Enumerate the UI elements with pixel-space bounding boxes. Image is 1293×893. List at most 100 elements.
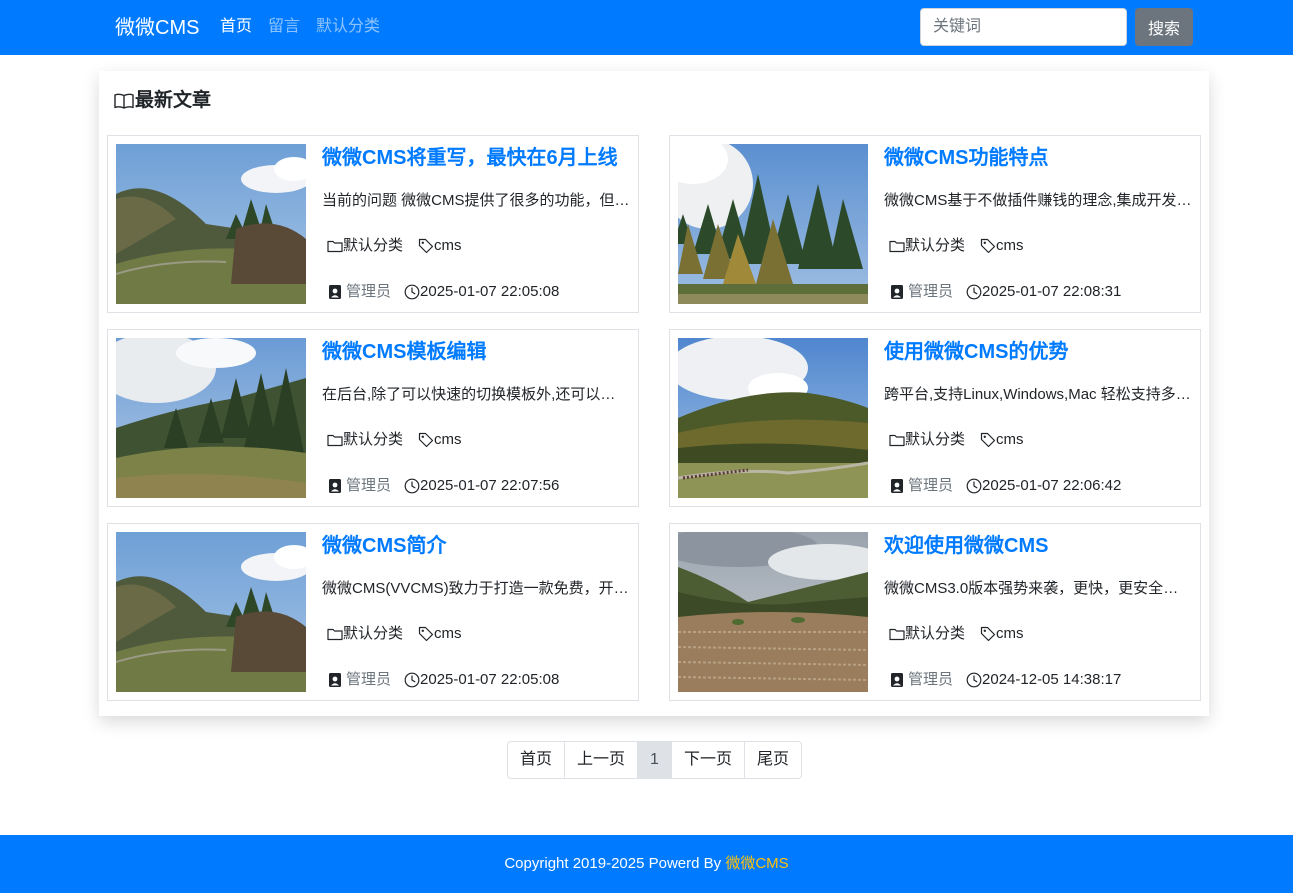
tag-icon <box>418 432 434 448</box>
nav-link-default-category[interactable]: 默认分类 <box>316 16 380 38</box>
site-footer: Copyright 2019-2025 Powerd By 微微CMS <box>0 835 1293 893</box>
author-badge-icon <box>891 479 903 493</box>
copyright-text: Copyright 2019-2025 Powerd By <box>504 855 726 872</box>
post-summary: 微微CMS基于不做插件赚钱的理念,集成开发了很多功能 <box>884 192 1192 209</box>
post-thumbnail[interactable] <box>678 532 868 692</box>
post-title-link[interactable]: 微微CMS功能特点 <box>884 145 1048 171</box>
search-button[interactable]: 搜索 <box>1135 8 1193 46</box>
post-author: 管理员 <box>346 283 392 300</box>
folder-icon <box>889 240 905 253</box>
search-input[interactable] <box>920 8 1127 46</box>
post-category-link[interactable]: 默认分类 <box>343 430 403 450</box>
author-badge-icon <box>329 285 341 299</box>
tag-icon <box>418 626 434 642</box>
folder-icon <box>327 628 343 641</box>
post-thumbnail[interactable] <box>116 532 306 692</box>
post-title-link[interactable]: 微微CMS简介 <box>322 533 446 559</box>
post-summary: 当前的问题 微微CMS提供了很多的功能，但是代码比较乱 <box>322 192 630 209</box>
author-badge-icon <box>329 673 341 687</box>
post-info: 管理员 2025-01-07 22:07:56 <box>328 476 559 496</box>
post-card: 使用微微CMS的优势 跨平台,支持Linux,Windows,Mac 轻松支持多… <box>669 329 1201 507</box>
footer-brand-link[interactable]: 微微CMS <box>725 855 788 872</box>
clock-icon <box>404 672 420 688</box>
post-author: 管理员 <box>346 671 392 688</box>
post-author: 管理员 <box>908 671 954 688</box>
section-title: 最新文章 <box>135 90 212 111</box>
post-taxonomy: 默认分类 cms <box>889 624 1024 644</box>
nav-link-home[interactable]: 首页 <box>220 16 252 38</box>
post-date: 2025-01-07 22:05:08 <box>420 283 560 300</box>
post-tag-link[interactable]: cms <box>996 430 1024 450</box>
post-author: 管理员 <box>346 477 392 494</box>
post-info: 管理员 2025-01-07 22:06:42 <box>890 476 1121 496</box>
post-summary: 微微CMS3.0版本强势来袭，更快，更安全，更强大 <box>884 580 1192 597</box>
post-card: 微微CMS功能特点 微微CMS基于不做插件赚钱的理念,集成开发了很多功能 默认分… <box>669 135 1201 313</box>
post-category-link[interactable]: 默认分类 <box>905 430 965 450</box>
clock-icon <box>966 672 982 688</box>
post-summary: 跨平台,支持Linux,Windows,Mac 轻松支持多种系统 <box>884 386 1192 403</box>
clock-icon <box>404 284 420 300</box>
post-category-link[interactable]: 默认分类 <box>905 236 965 256</box>
nav-link-guestbook[interactable]: 留言 <box>268 16 300 38</box>
post-date: 2024-12-05 14:38:17 <box>982 671 1122 688</box>
page-current[interactable]: 1 <box>637 742 671 778</box>
post-title-link[interactable]: 微微CMS模板编辑 <box>322 339 486 365</box>
author-badge-icon <box>891 285 903 299</box>
post-author: 管理员 <box>908 283 954 300</box>
latest-posts-card: 最新文章 微微CMS将重写，最快在6月上线 当前的问题 微微CMS提供了很多的功… <box>99 71 1209 716</box>
post-tag-link[interactable]: cms <box>434 624 462 644</box>
post-title-link[interactable]: 欢迎使用微微CMS <box>884 533 1048 559</box>
tag-icon <box>980 432 996 448</box>
folder-icon <box>327 240 343 253</box>
post-tag-link[interactable]: cms <box>434 430 462 450</box>
post-author: 管理员 <box>908 477 954 494</box>
post-category-link[interactable]: 默认分类 <box>905 624 965 644</box>
post-summary: 在后台,除了可以快速的切换模板外,还可以在线编辑模板 <box>322 386 630 403</box>
post-tag-link[interactable]: cms <box>996 236 1024 256</box>
post-info: 管理员 2025-01-07 22:05:08 <box>328 670 559 690</box>
post-category-link[interactable]: 默认分类 <box>343 624 403 644</box>
post-card: 微微CMS简介 微微CMS(VVCMS)致力于打造一款免费，开源的内容管理系统 … <box>107 523 639 701</box>
site-brand-link[interactable]: 微微CMS <box>115 14 199 42</box>
post-card: 微微CMS将重写，最快在6月上线 当前的问题 微微CMS提供了很多的功能，但是代… <box>107 135 639 313</box>
post-info: 管理员 2024-12-05 14:38:17 <box>890 670 1121 690</box>
section-header: 最新文章 <box>114 88 211 114</box>
post-date: 2025-01-07 22:06:42 <box>982 477 1122 494</box>
post-taxonomy: 默认分类 cms <box>327 430 462 450</box>
clock-icon <box>404 478 420 494</box>
post-tag-link[interactable]: cms <box>434 236 462 256</box>
post-category-link[interactable]: 默认分类 <box>343 236 403 256</box>
page-last-button[interactable]: 尾页 <box>743 742 801 778</box>
tag-icon <box>980 238 996 254</box>
folder-icon <box>889 628 905 641</box>
post-thumbnail[interactable] <box>116 338 306 498</box>
post-date: 2025-01-07 22:07:56 <box>420 477 560 494</box>
post-title-link[interactable]: 微微CMS将重写，最快在6月上线 <box>322 145 618 171</box>
book-icon <box>114 93 134 109</box>
pagination: 首页 上一页 1 下一页 尾页 <box>507 741 802 779</box>
post-tag-link[interactable]: cms <box>996 624 1024 644</box>
folder-icon <box>889 434 905 447</box>
post-info: 管理员 2025-01-07 22:08:31 <box>890 282 1121 302</box>
post-date: 2025-01-07 22:05:08 <box>420 671 560 688</box>
top-navbar: 微微CMS 首页 留言 默认分类 搜索 <box>0 0 1293 55</box>
author-badge-icon <box>329 479 341 493</box>
post-title-link[interactable]: 使用微微CMS的优势 <box>884 339 1068 365</box>
post-taxonomy: 默认分类 cms <box>327 236 462 256</box>
page-next-button[interactable]: 下一页 <box>670 742 744 778</box>
post-taxonomy: 默认分类 cms <box>889 430 1024 450</box>
tag-icon <box>980 626 996 642</box>
folder-icon <box>327 434 343 447</box>
tag-icon <box>418 238 434 254</box>
clock-icon <box>966 478 982 494</box>
page-prev-button[interactable]: 上一页 <box>564 742 637 778</box>
post-taxonomy: 默认分类 cms <box>889 236 1024 256</box>
page-first-button[interactable]: 首页 <box>508 742 564 778</box>
post-thumbnail[interactable] <box>678 338 868 498</box>
post-thumbnail[interactable] <box>116 144 306 304</box>
post-info: 管理员 2025-01-07 22:05:08 <box>328 282 559 302</box>
post-thumbnail[interactable] <box>678 144 868 304</box>
post-date: 2025-01-07 22:08:31 <box>982 283 1122 300</box>
clock-icon <box>966 284 982 300</box>
post-summary: 微微CMS(VVCMS)致力于打造一款免费，开源的内容管理系统 <box>322 580 630 597</box>
